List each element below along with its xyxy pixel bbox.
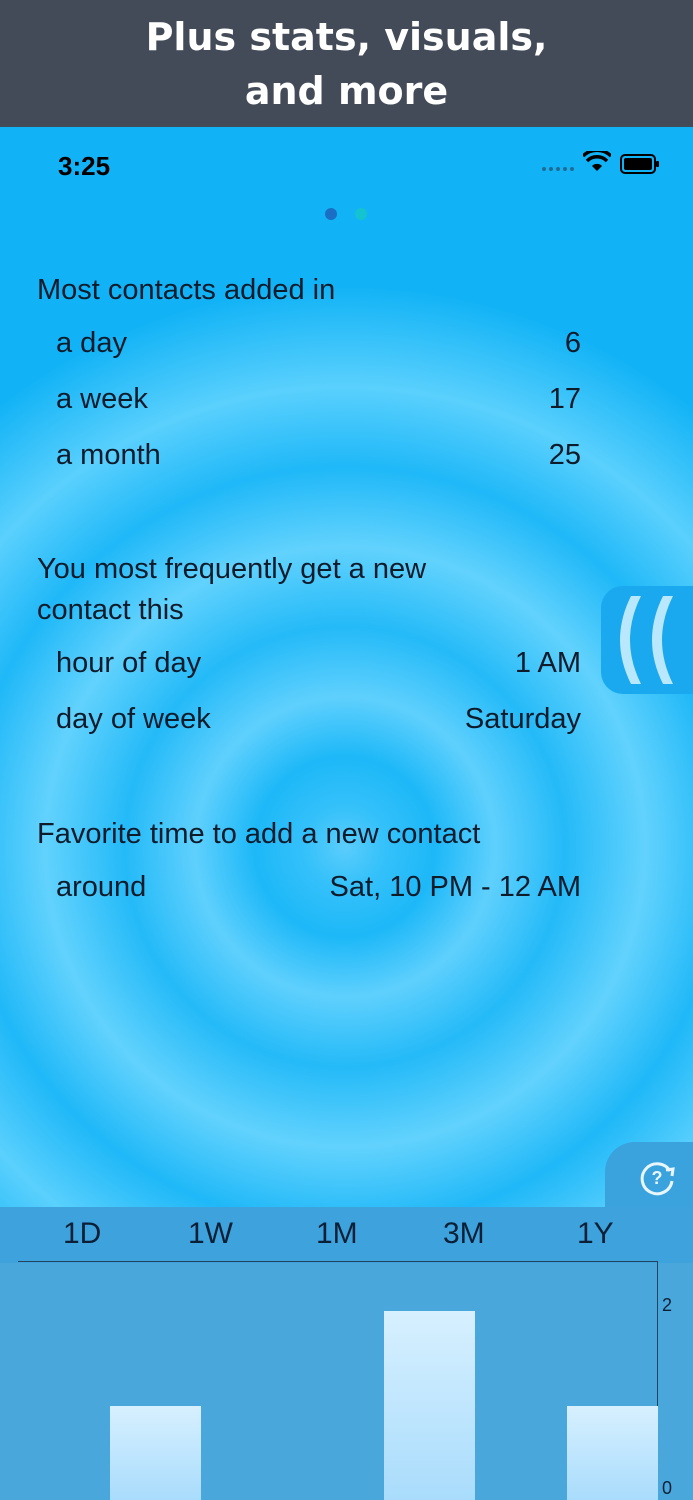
double-chevron-left-icon — [620, 596, 673, 684]
chart-bar — [110, 1405, 201, 1500]
frequent-title-line-1: You most frequently get a new — [37, 553, 427, 585]
stat-row: a week 17 — [56, 383, 581, 423]
promo-banner: Plus stats, visuals, and more — [0, 0, 693, 127]
stat-value: 17 — [548, 383, 581, 415]
range-selector: 1D 1W 1M 3M 1Y — [0, 1207, 693, 1263]
page-dot[interactable] — [355, 208, 367, 220]
signal-dots-icon — [542, 167, 574, 171]
page-indicator[interactable] — [325, 208, 367, 220]
y-tick-label: 0 — [662, 1478, 673, 1498]
app-screen: 3:25 Most contacts added in a day 6 a we… — [0, 127, 693, 1500]
stat-label: a day — [56, 327, 127, 359]
stat-row: a day 6 — [56, 327, 581, 367]
stat-value: 1 AM — [514, 647, 581, 679]
stat-label: a week — [56, 383, 148, 415]
wifi-icon — [583, 151, 611, 171]
status-time: 3:25 — [58, 151, 111, 181]
most-added-title: Most contacts added in — [37, 274, 336, 306]
chart-bar — [384, 1311, 475, 1500]
stat-row: a month 25 — [56, 439, 581, 479]
stat-value: 25 — [548, 439, 581, 471]
y-tick-label: 2 — [662, 1295, 673, 1315]
stat-row: day of week Saturday — [56, 703, 581, 743]
banner-line-2: and more — [244, 69, 449, 113]
stat-label: a month — [56, 439, 161, 471]
stat-label: around — [56, 871, 147, 903]
range-3m[interactable]: 3M — [443, 1217, 485, 1251]
banner-line-1: Plus stats, visuals, — [145, 15, 548, 59]
range-1d[interactable]: 1D — [63, 1217, 101, 1251]
help-refresh-icon[interactable]: ? — [637, 1157, 677, 1197]
favorite-title: Favorite time to add a new contact — [37, 818, 481, 850]
status-bar: 3:25 — [0, 127, 693, 203]
page-dot-active[interactable] — [325, 208, 337, 220]
battery-icon — [620, 154, 659, 174]
stat-value: 6 — [564, 327, 581, 359]
stat-label: day of week — [56, 703, 211, 735]
side-drawer-tab[interactable] — [601, 586, 693, 694]
svg-text:?: ? — [652, 1168, 663, 1188]
range-1w[interactable]: 1W — [188, 1217, 233, 1251]
chart-bar — [567, 1405, 658, 1500]
stat-value: Saturday — [464, 703, 581, 735]
stat-value: Sat, 10 PM - 12 AM — [329, 871, 581, 903]
range-1y[interactable]: 1Y — [577, 1217, 614, 1251]
stat-row: hour of day 1 AM — [56, 647, 581, 687]
stat-row: around Sat, 10 PM - 12 AM — [56, 871, 581, 911]
stat-label: hour of day — [56, 647, 202, 679]
range-1m[interactable]: 1M — [316, 1217, 358, 1251]
chart-top-line — [18, 1261, 658, 1262]
frequent-title-line-2: contact this — [37, 594, 184, 626]
